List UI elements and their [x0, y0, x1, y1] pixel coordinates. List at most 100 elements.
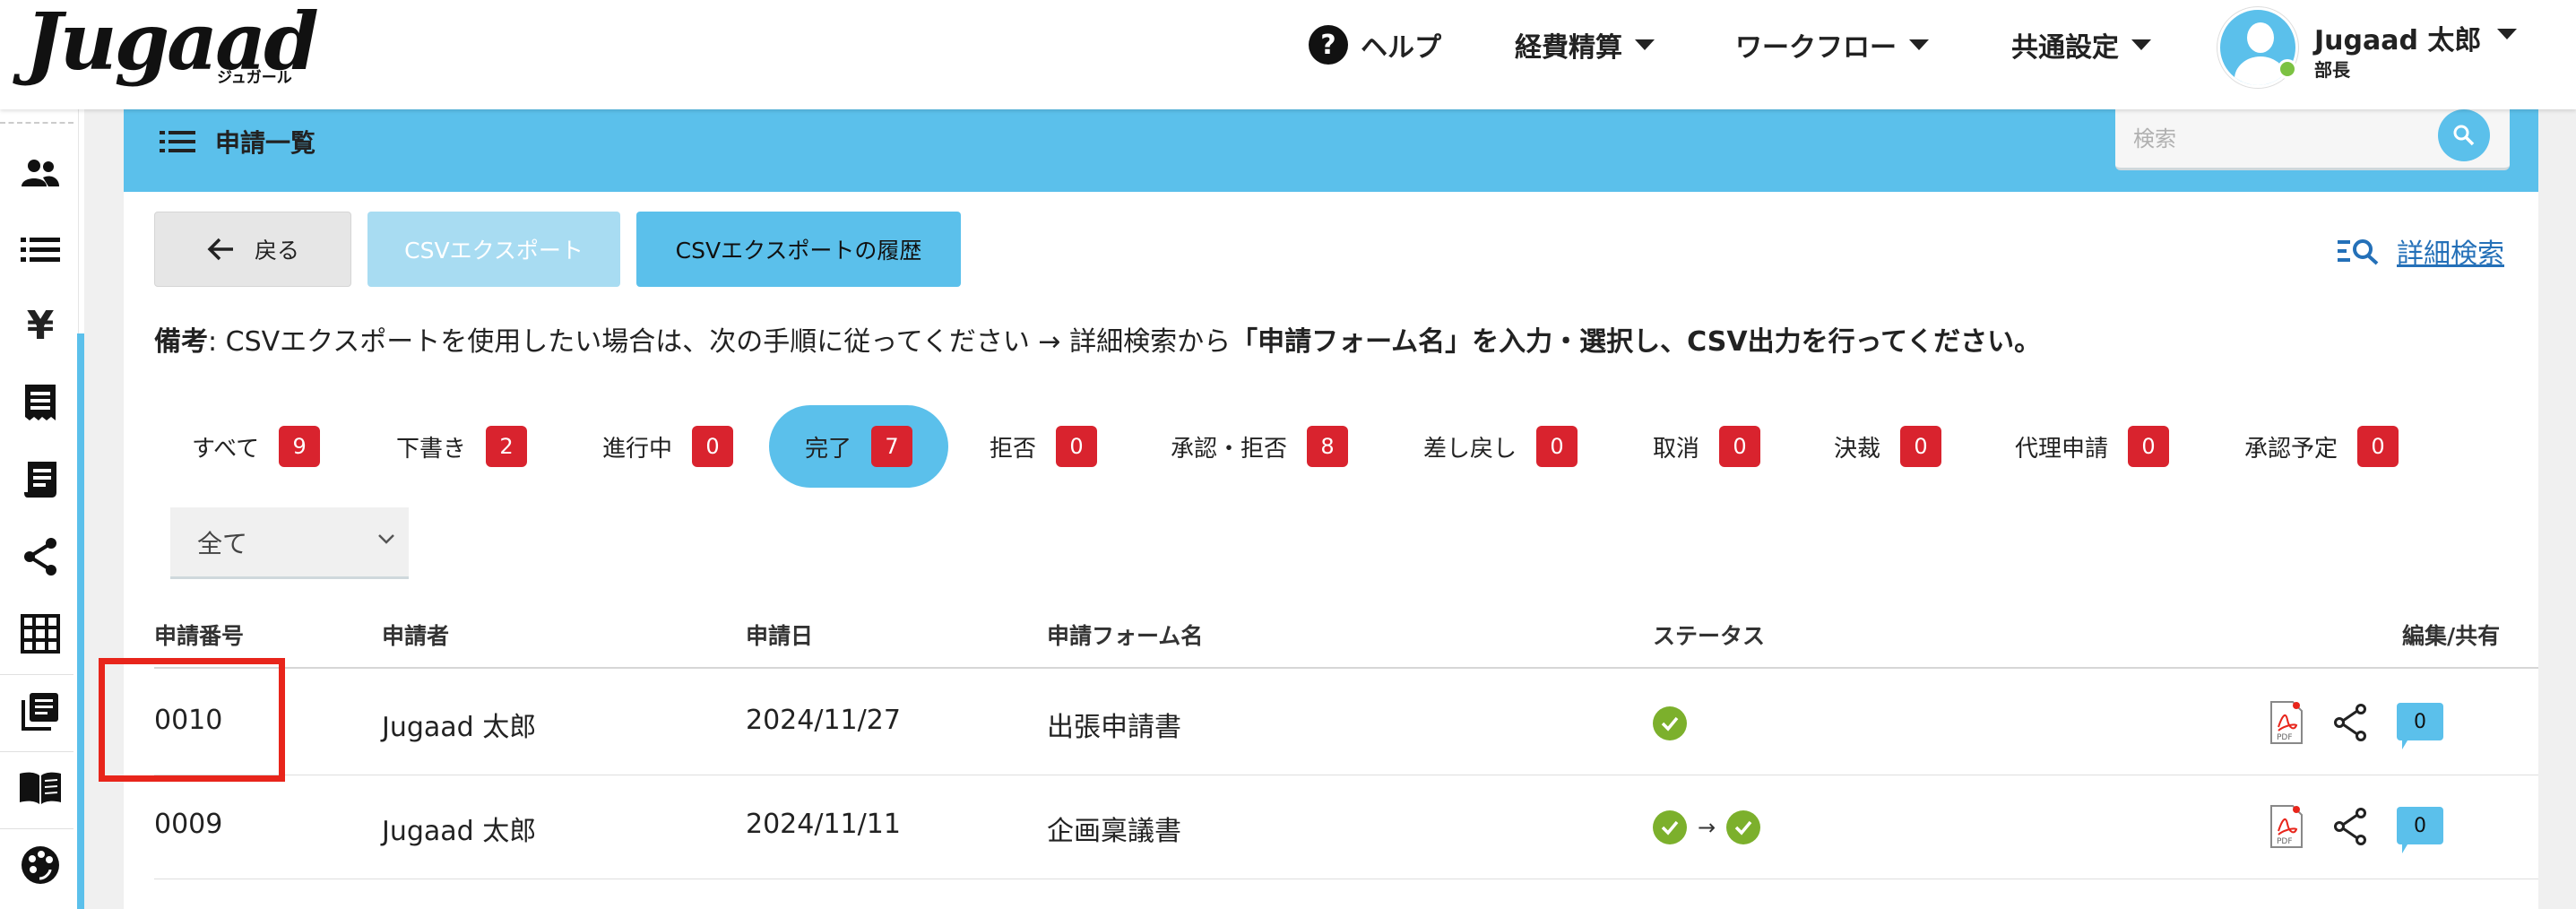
share-icon[interactable]: [2330, 703, 2370, 742]
user-role: 部長: [2314, 59, 2350, 81]
tab-label: 承認・拒否: [1171, 435, 1288, 463]
nav-expense[interactable]: 経費精算: [1515, 18, 1655, 72]
grid-icon[interactable]: [18, 611, 63, 656]
tab-label: 決裁: [1834, 435, 1881, 463]
chevron-down-icon: [1909, 39, 1929, 50]
palette-icon[interactable]: [18, 843, 63, 887]
count-badge: 8: [1307, 426, 1349, 467]
tab-proxy[interactable]: 代理申請 0: [1979, 405, 2205, 488]
count-badge: 0: [1900, 426, 1942, 467]
count-badge: 0: [2357, 426, 2399, 467]
tab-all[interactable]: すべて 9: [156, 405, 356, 488]
share-icon[interactable]: [18, 534, 63, 579]
row2-number[interactable]: 0009: [154, 809, 222, 840]
count-badge: 0: [1536, 426, 1578, 467]
filter-selected-value: 全て: [197, 528, 248, 558]
search-button[interactable]: [2438, 109, 2490, 161]
document-icon[interactable]: [18, 457, 63, 502]
comment-count-button[interactable]: 0: [2397, 703, 2443, 749]
tab-label: 拒否: [990, 435, 1037, 463]
pdf-icon[interactable]: PDF: [2268, 803, 2305, 850]
share-icon[interactable]: [2330, 807, 2370, 846]
count-badge: 2: [486, 426, 528, 467]
check-circle-icon: [1653, 810, 1687, 844]
tab-label: 承認予定: [2244, 435, 2338, 463]
nav-common-settings[interactable]: 共通設定: [2011, 18, 2151, 72]
sidebar-scroll-accent: [77, 333, 84, 909]
tab-label: 下書き: [396, 435, 467, 463]
highlight-box: [99, 658, 285, 782]
csv-history-button[interactable]: CSVエクスポートの履歴: [636, 212, 961, 287]
page-title-label: 申請一覧: [215, 128, 316, 158]
filter-search-icon: [2338, 239, 2379, 265]
nav-workflow[interactable]: ワークフロー: [1735, 18, 1929, 72]
col-header-number[interactable]: 申請番号: [154, 619, 244, 651]
row2-date: 2024/11/11: [746, 809, 901, 840]
sidebar: ¥: [0, 109, 79, 909]
arrow-right-icon: →: [1698, 815, 1716, 840]
back-label: 戻る: [254, 238, 299, 264]
count-badge: 0: [1719, 426, 1761, 467]
user-name: Jugaad 太郎: [2314, 25, 2482, 56]
list-icon[interactable]: [18, 228, 63, 273]
row1-form[interactable]: 出張申請書: [1047, 705, 1181, 744]
tab-approve-reject[interactable]: 承認・拒否 8: [1135, 405, 1384, 488]
row1-status: [1653, 706, 1687, 740]
tab-draft[interactable]: 下書き 2: [360, 405, 563, 488]
receipt-icon[interactable]: [18, 380, 63, 425]
row2-form[interactable]: 企画稟議書: [1047, 809, 1181, 848]
tab-scheduled[interactable]: 承認予定 0: [2209, 405, 2434, 488]
tab-in-progress[interactable]: 進行中 0: [566, 405, 769, 488]
col-header-form[interactable]: 申請フォーム名: [1047, 619, 1203, 651]
chevron-down-icon: [1635, 39, 1655, 50]
people-icon[interactable]: [18, 151, 63, 195]
panel-body: [124, 192, 2538, 909]
tab-decision[interactable]: 決裁 0: [1798, 405, 1977, 488]
yen-icon[interactable]: ¥: [18, 303, 63, 349]
col-header-actions: 編集/共有: [2402, 623, 2501, 649]
nav-help-label: ヘルプ: [1361, 32, 1441, 64]
tab-label: すべて: [192, 435, 260, 463]
back-button[interactable]: 戻る: [154, 212, 351, 287]
filter-select[interactable]: 全て: [170, 507, 409, 579]
col-header-date[interactable]: 申請日: [746, 619, 813, 651]
tab-cancelled[interactable]: 取消 0: [1617, 405, 1796, 488]
nav-help[interactable]: ? ヘルプ: [1309, 18, 1441, 72]
col-header-status[interactable]: ステータス: [1653, 619, 1765, 651]
note-text: 備考: CSVエクスポートを使用したい場合は、次の手順に従ってください → 詳細…: [154, 319, 2041, 359]
search-icon: [2453, 125, 2475, 146]
nav-expense-label: 経費精算: [1515, 32, 1622, 64]
advanced-search-label: 詳細検索: [2397, 238, 2504, 270]
logo-subtitle: ジュガール: [217, 69, 292, 87]
pdf-icon[interactable]: PDF: [2268, 699, 2305, 746]
search-input[interactable]: [2133, 124, 2438, 156]
list-icon: [160, 131, 195, 152]
library-icon[interactable]: [18, 688, 63, 733]
svg-text:PDF: PDF: [2277, 733, 2293, 742]
panel-header: 申請一覧: [124, 109, 2538, 192]
row1-date: 2024/11/27: [746, 705, 901, 736]
col-header-applicant[interactable]: 申請者: [382, 619, 449, 651]
note-emphasis: 「申請フォーム名」を入力・選択し、CSV出力を行ってください。: [1231, 326, 2042, 358]
tab-returned[interactable]: 差し戻し 0: [1387, 405, 1613, 488]
comment-count-button[interactable]: 0: [2397, 807, 2443, 853]
csv-export-button[interactable]: CSVエクスポート: [367, 212, 620, 287]
book-icon[interactable]: [18, 766, 63, 810]
chevron-down-icon: [2131, 39, 2151, 50]
svg-text:PDF: PDF: [2277, 837, 2293, 846]
chevron-down-icon: [378, 534, 394, 544]
tab-label: 代理申請: [2015, 435, 2109, 463]
help-icon: ?: [1309, 25, 1348, 65]
check-circle-icon: [1653, 706, 1687, 740]
user-menu[interactable]: Jugaad 太郎 部長: [2217, 7, 2518, 88]
note-label: 備考: [154, 326, 208, 358]
nav-workflow-label: ワークフロー: [1735, 32, 1897, 64]
tab-rejected[interactable]: 拒否 0: [954, 405, 1133, 488]
csv-export-label: CSVエクスポート: [404, 238, 583, 264]
note-body: : CSVエクスポートを使用したい場合は、次の手順に従ってください → 詳細検索…: [208, 326, 1232, 358]
row2-applicant: Jugaad 太郎: [382, 816, 537, 847]
tab-completed[interactable]: 完了 7: [769, 405, 949, 488]
count-badge: 0: [692, 426, 734, 467]
advanced-search-link[interactable]: 詳細検索: [2338, 231, 2504, 271]
tab-label: 進行中: [602, 435, 673, 463]
